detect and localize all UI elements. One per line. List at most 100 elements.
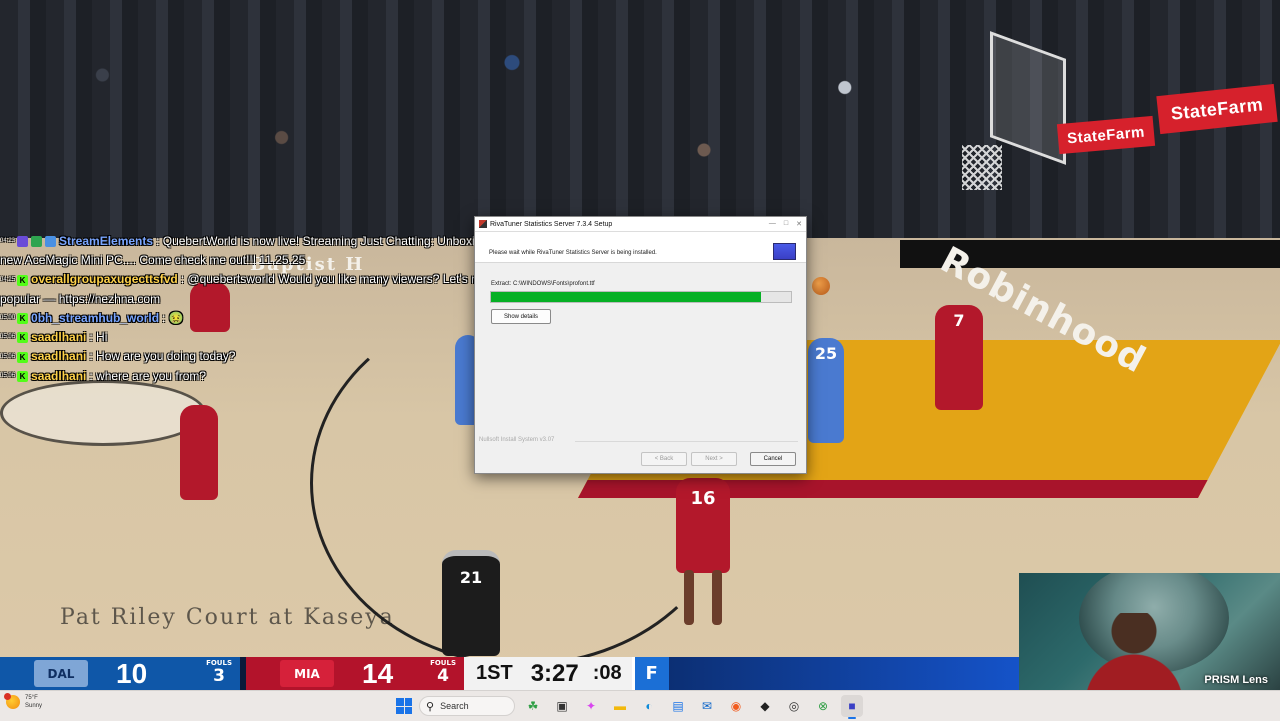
fouls-value: 3 (213, 666, 225, 686)
maximize-icon[interactable]: □ (784, 220, 788, 228)
app-icon-dark[interactable]: ◆ (754, 695, 776, 717)
taskbar-search[interactable]: ⚲ Search (419, 696, 515, 716)
taskbar: 75°F Sunny ⚲ Search ☘ ▣ ✦ ▬ ◐ ▤ ✉ ◉ ◆ ◎ ⊗ ■ (0, 690, 1280, 721)
player-red-7: 7 (935, 305, 983, 410)
home-team: MIA 14 FOULS 4 (246, 657, 464, 690)
chat-timestamp: 05:06 (0, 353, 16, 360)
installer-app-icon (479, 220, 487, 228)
chat-username[interactable]: StreamElements (59, 234, 153, 248)
search-icon: ⚲ (426, 700, 435, 713)
chat-badge-icon (45, 236, 57, 248)
chat-timestamp: 05:00 (0, 314, 16, 321)
chat-timestamp: 04:25 (0, 276, 16, 283)
jersey-number: 16 (690, 488, 716, 509)
chat-username[interactable]: saadlhani (31, 349, 86, 363)
store-icon[interactable]: ▤ (667, 695, 689, 717)
chat-username[interactable]: overallgroupaxugecttsfvd (31, 272, 178, 286)
start-button[interactable] (396, 698, 412, 714)
current-file-path: Extract: C:\WINDOWS\Fonts\profont.ttf (491, 281, 595, 287)
windows-logo-tile (396, 698, 404, 706)
game-clock: 1ST 3:27 :08 (464, 657, 632, 690)
chat-timestamp: 04:23 (0, 238, 16, 245)
weather-widget[interactable]: 75°F Sunny (4, 693, 43, 710)
file-explorer-icon[interactable]: ▬ (609, 695, 631, 717)
chat-badge-icon: K (17, 332, 29, 344)
player-legs (684, 570, 694, 625)
outlook-icon[interactable]: ✉ (696, 695, 718, 717)
installer-logo-icon (773, 243, 796, 260)
nsis-branding: Nullsoft Install System v3.07 (479, 437, 555, 443)
search-placeholder: Search (440, 701, 469, 711)
window-controls: — □ ✕ (769, 220, 802, 228)
jersey-number: 25 (814, 344, 838, 363)
widgets-app-icon[interactable]: ☘ (522, 695, 544, 717)
chat-text: : 🤢 (162, 310, 184, 325)
sun-icon (4, 693, 20, 709)
court-text-pat-riley: Pat Riley Court at Kaseya (60, 605, 395, 630)
task-view-icon[interactable]: ▣ (551, 695, 573, 717)
heat-logo: MIA (280, 660, 334, 687)
close-icon[interactable]: ✕ (796, 220, 802, 228)
chat-badge-icon: K (17, 274, 29, 286)
player-blue-25: 25 (808, 338, 844, 443)
hoop-net (962, 145, 1002, 190)
basketball (812, 277, 830, 295)
weather-condition: Sunny (25, 703, 43, 709)
webcam-label: PRISM Lens (1204, 674, 1268, 686)
next-button[interactable]: Next > (691, 452, 737, 466)
jersey-number: 21 (459, 568, 483, 587)
chat-badge-icon: K (17, 312, 29, 324)
chat-text: : How are you doing today? (89, 349, 236, 364)
minimize-icon[interactable]: — (769, 220, 776, 228)
back-button[interactable]: < Back (641, 452, 687, 466)
chat-text: : where are you from? (89, 368, 207, 383)
firefox-icon[interactable]: ◉ (725, 695, 747, 717)
show-details-button[interactable]: Show details (491, 309, 551, 324)
installer-status-text: Please wait while RivaTuner Statistics S… (489, 250, 657, 256)
player-legs (712, 570, 722, 625)
chat-badge-icon: K (17, 370, 29, 382)
referee-21: 21 (442, 550, 500, 656)
chat-username[interactable]: 0bh_streamhub_world (31, 311, 159, 325)
chat-badge-icon (17, 236, 29, 248)
edge-icon[interactable]: ◐ (638, 695, 660, 717)
installer-taskbar-icon[interactable]: ■ (841, 695, 863, 719)
home-fouls: FOULS 4 (430, 659, 456, 685)
chat-text: : Hi (89, 329, 108, 344)
temperature: 75°F (25, 695, 38, 701)
shot-clock: :08 (592, 662, 622, 684)
windows-logo-tile (404, 706, 412, 714)
windows-logo-tile (404, 698, 412, 706)
notification-dot (4, 693, 11, 700)
jersey-number: 7 (953, 311, 965, 330)
home-score: 14 (362, 657, 394, 689)
fouls-value: 4 (437, 666, 449, 686)
streamer (1079, 613, 1189, 690)
chat-timestamp: 05:06 (0, 372, 16, 379)
installer-window[interactable]: RivaTuner Statistics Server 7.3.4 Setup … (474, 216, 807, 474)
chat-username[interactable]: saadlhani (31, 330, 86, 344)
away-fouls: FOULS 3 (206, 659, 232, 685)
player-red-16: 16 (676, 478, 730, 573)
taskbar-apps: ⚲ Search ☘ ▣ ✦ ▬ ◐ ▤ ✉ ◉ ◆ ◎ ⊗ ■ (396, 695, 863, 719)
away-score: 10 (116, 657, 148, 689)
center-circle (0, 380, 206, 446)
chat-username[interactable]: saadlhani (31, 369, 86, 383)
installer-footer: Nullsoft Install System v3.07 < Back Nex… (475, 435, 806, 473)
cancel-button[interactable]: Cancel (750, 452, 796, 466)
copilot-icon[interactable]: ✦ (580, 695, 602, 717)
chat-badge-icon (31, 236, 43, 248)
obs-icon[interactable]: ◎ (783, 695, 805, 717)
installer-header: Please wait while RivaTuner Statistics S… (475, 232, 806, 263)
scoreboard: DAL 10 FOULS 3 MIA 14 FOULS 4 1ST 3:27 :… (0, 657, 1020, 690)
chat-text: : @quebertsworld Would you like many vie… (180, 272, 524, 287)
player-red (180, 405, 218, 500)
footer-divider (575, 441, 798, 442)
xbox-icon[interactable]: ⊗ (812, 695, 834, 717)
scoreboard-sponsor-strip (668, 657, 1020, 690)
sponsor-logo-icon: F (631, 657, 669, 690)
installer-title: RivaTuner Statistics Server 7.3.4 Setup (490, 220, 613, 228)
install-progress-bar (490, 291, 792, 303)
away-team: DAL 10 FOULS 3 (0, 657, 240, 690)
installer-titlebar[interactable]: RivaTuner Statistics Server 7.3.4 Setup … (475, 217, 806, 232)
